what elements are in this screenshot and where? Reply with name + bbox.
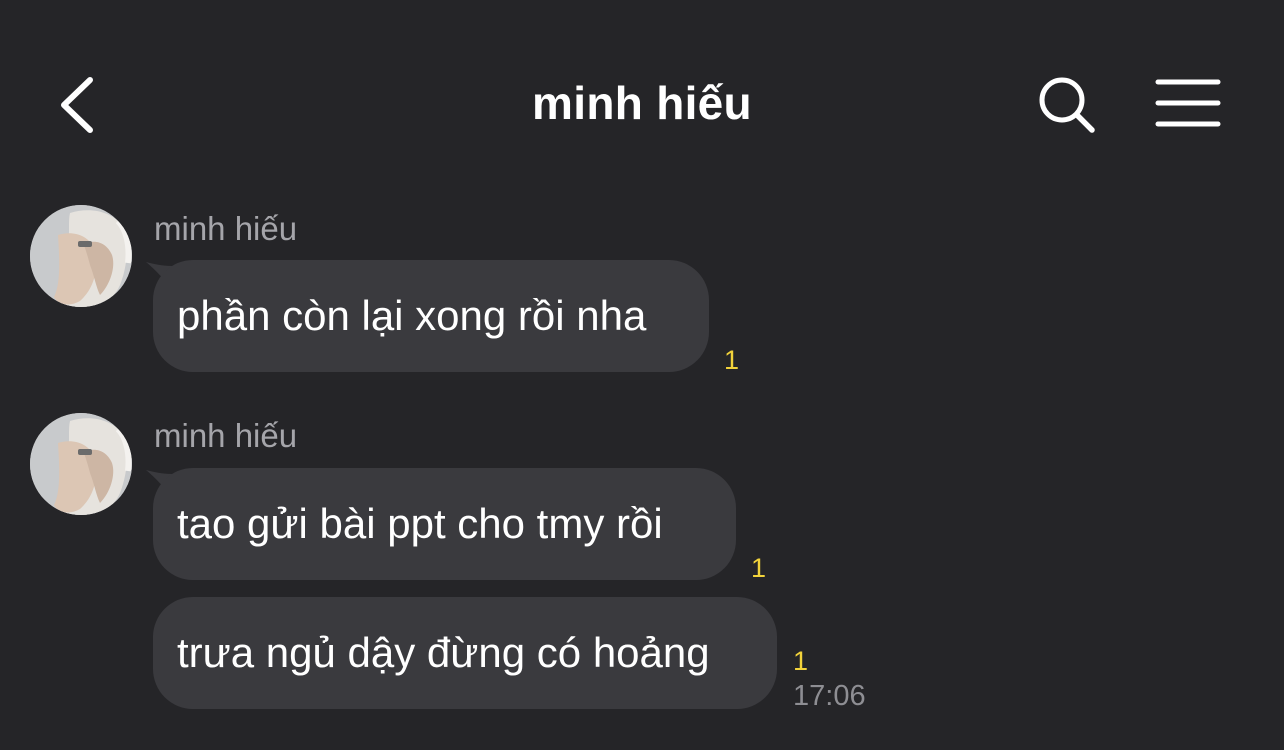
message-bubble[interactable]: phần còn lại xong rồi nha xyxy=(153,260,709,372)
menu-icon xyxy=(1155,79,1221,127)
sender-avatar[interactable] xyxy=(30,205,132,307)
message-bubble[interactable]: tao gửi bài ppt cho tmy rồi xyxy=(153,468,736,580)
chat-header: minh hiếu xyxy=(0,0,1284,200)
sender-name: minh hiếu xyxy=(154,417,298,454)
unread-count: 1 xyxy=(793,646,809,676)
sender-name: minh hiếu xyxy=(154,210,298,247)
avatar-photo xyxy=(30,413,132,515)
sender-avatar[interactable] xyxy=(30,413,132,515)
message-bubble[interactable]: trưa ngủ dậy đừng có hoảng xyxy=(153,597,777,709)
search-button[interactable] xyxy=(1036,74,1100,138)
search-icon xyxy=(1039,77,1095,133)
unread-count: 1 xyxy=(751,553,767,583)
avatar-photo xyxy=(30,205,132,307)
menu-button[interactable] xyxy=(1154,78,1222,130)
message-timestamp: 17:06 xyxy=(793,680,866,712)
unread-count: 1 xyxy=(724,345,740,375)
